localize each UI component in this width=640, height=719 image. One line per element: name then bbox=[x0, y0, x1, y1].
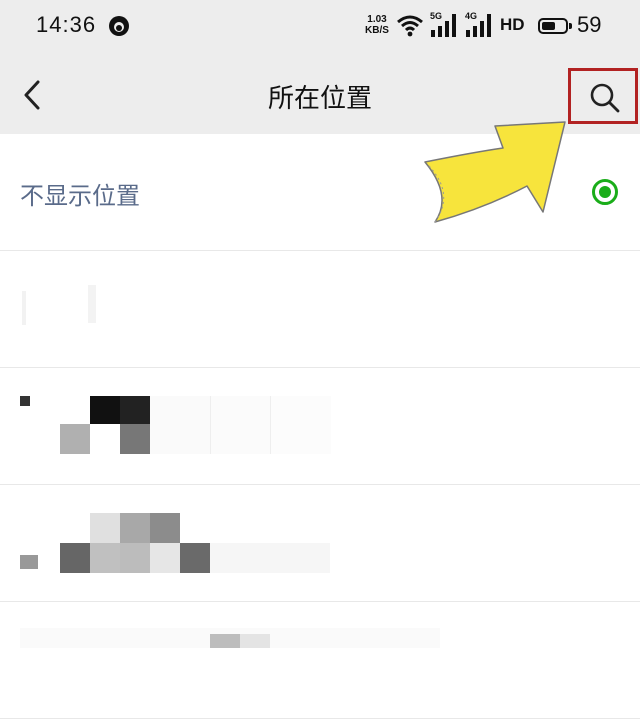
radio-selected-icon[interactable] bbox=[592, 179, 618, 205]
network-speed-unit: KB/S bbox=[365, 25, 389, 36]
network-speed-value: 1.03 bbox=[367, 14, 387, 25]
network-speed: 1.03 KB/S bbox=[362, 14, 392, 36]
page-title: 所在位置 bbox=[267, 84, 372, 114]
annotation-arrow bbox=[424, 121, 566, 223]
pixelated-text bbox=[20, 513, 340, 573]
app-notification-icon bbox=[108, 15, 130, 37]
pixelated-text bbox=[20, 396, 360, 454]
list-item[interactable] bbox=[0, 251, 640, 368]
pixelated-text bbox=[88, 285, 96, 323]
list-item[interactable] bbox=[0, 602, 640, 719]
status-bar: 14:36 1.03 KB/S 5G 4G HD 59 bbox=[0, 0, 640, 56]
battery-cap bbox=[569, 23, 572, 29]
search-button[interactable] bbox=[568, 68, 638, 124]
hide-location-label: 不显示位置 bbox=[20, 182, 140, 210]
wifi-icon bbox=[396, 13, 424, 43]
signal-4g-icon: 4G bbox=[465, 10, 495, 44]
hd-voice-label: HD bbox=[500, 15, 525, 34]
signal-5g-label: 5G bbox=[430, 11, 442, 21]
list-item[interactable] bbox=[0, 485, 640, 602]
status-time: 14:36 bbox=[36, 12, 97, 37]
battery-fill bbox=[542, 22, 555, 30]
signal-4g-label: 4G bbox=[465, 11, 477, 21]
search-icon bbox=[590, 83, 620, 113]
pixelated-text bbox=[20, 628, 440, 648]
battery-level: 59 bbox=[577, 12, 602, 37]
list-item[interactable] bbox=[0, 368, 640, 485]
pixelated-text bbox=[22, 291, 26, 325]
signal-5g-icon: 5G bbox=[430, 10, 460, 44]
battery-icon bbox=[538, 18, 568, 34]
